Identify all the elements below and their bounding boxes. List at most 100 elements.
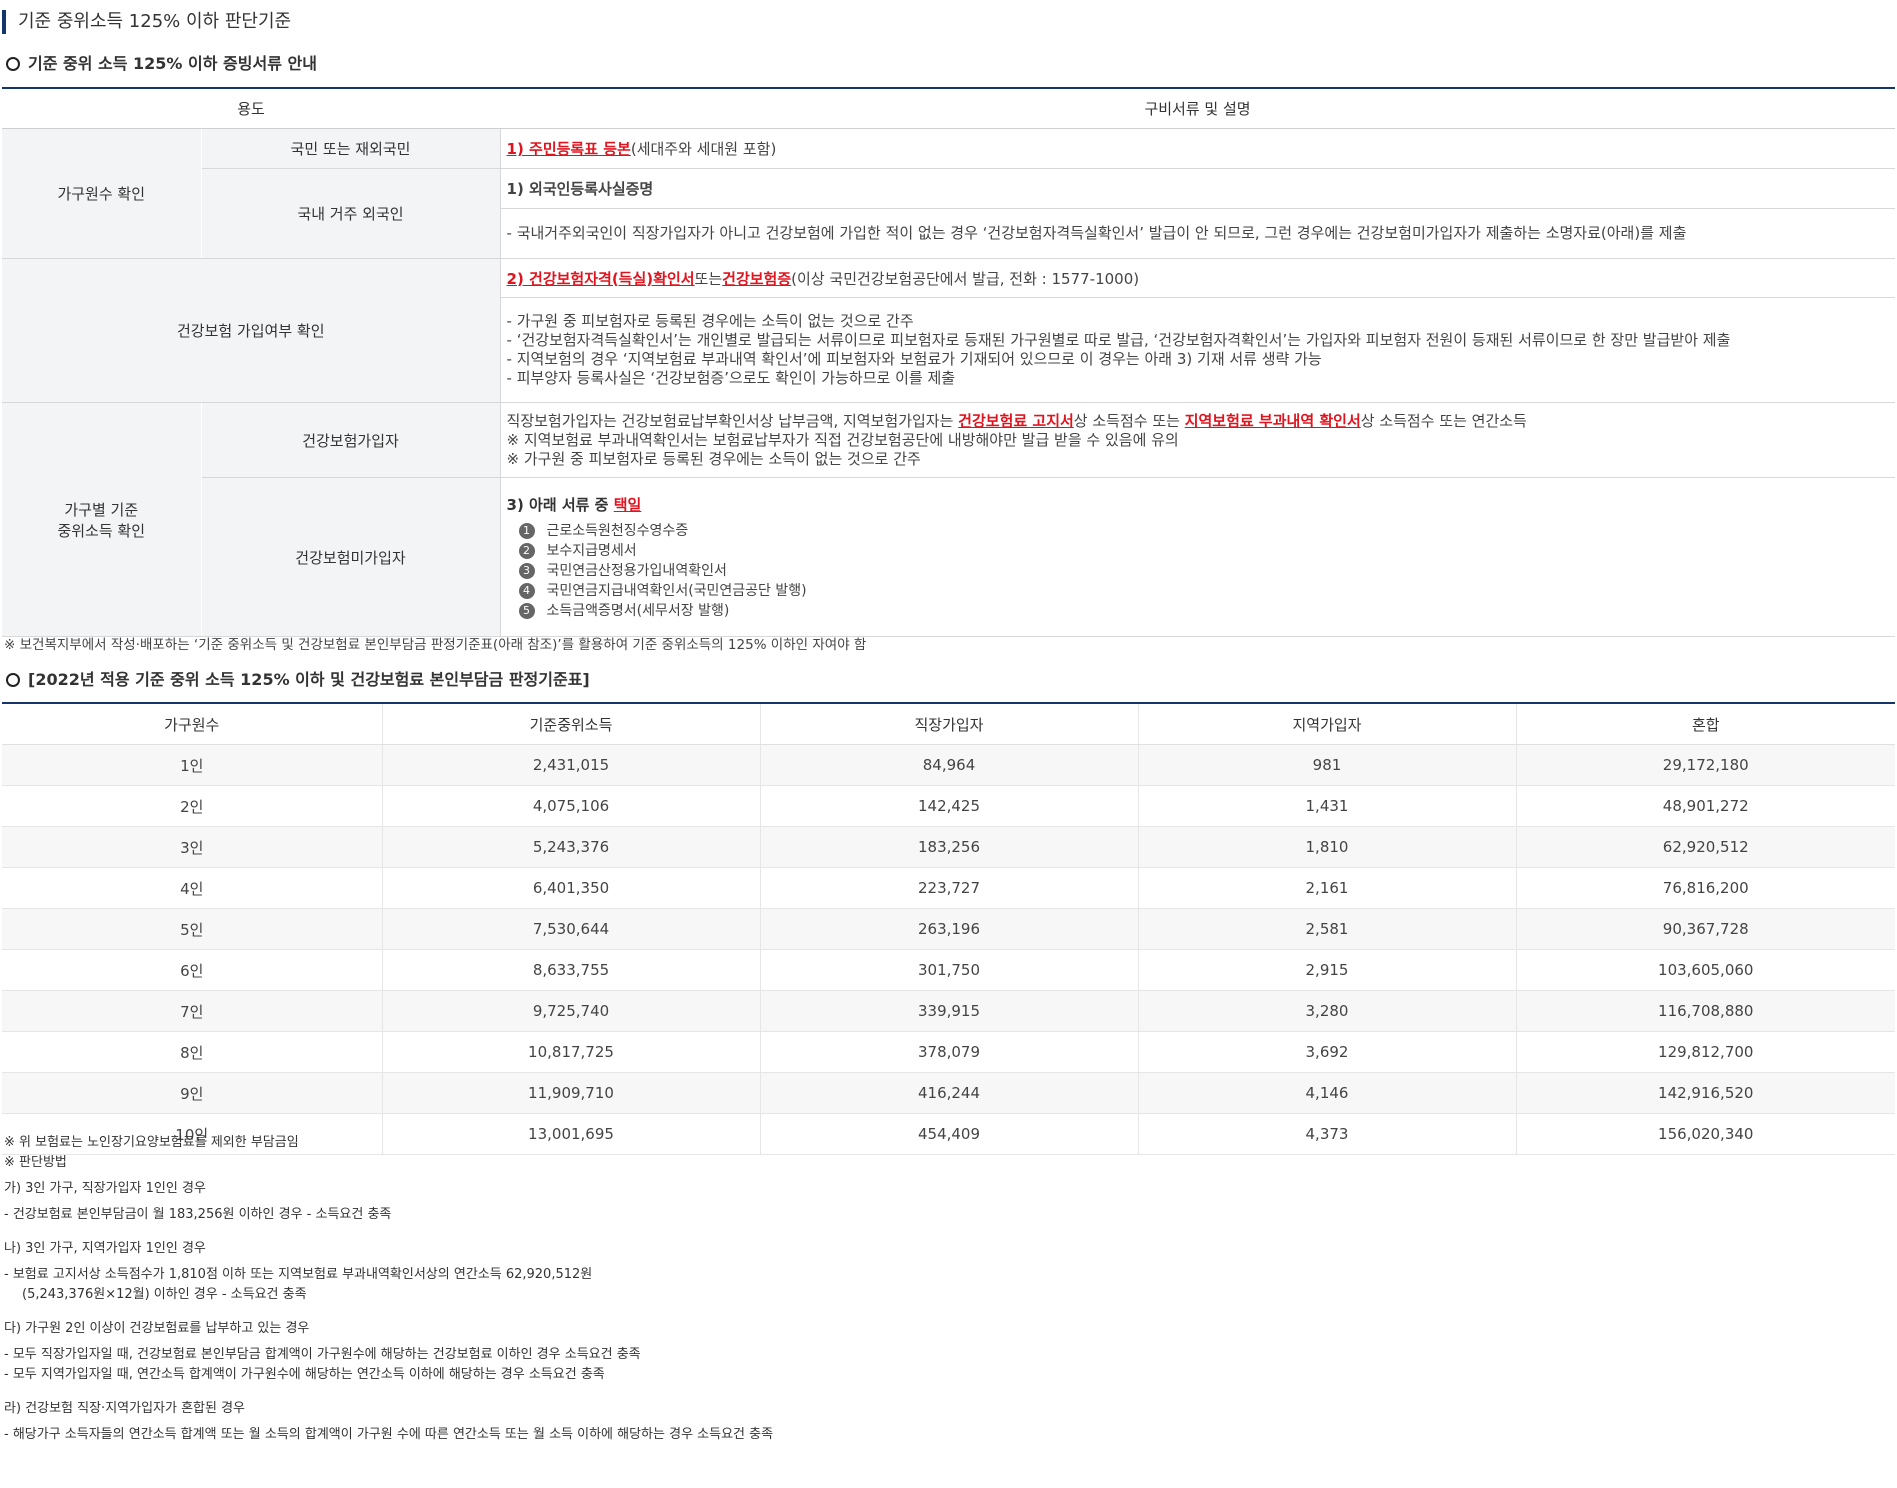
insurance-card-link[interactable]: 건강보험증 bbox=[722, 270, 791, 288]
table-row: 2인 4,075,106 142,425 1,431 48,901,272 bbox=[2, 785, 1895, 827]
regional-premium-cell: 2,581 bbox=[1137, 908, 1516, 950]
household-size-cell: 1인 bbox=[2, 744, 382, 786]
row-label-insured: 건강보험가입자 bbox=[201, 402, 501, 478]
mixed-income-cell: 29,172,180 bbox=[1515, 744, 1895, 786]
uninsured-doc-list: 1 근로소득원천징수영수증 2 보수지급명세서 3 국민연금산정용가입내역확인서 4국… bbox=[518, 521, 1896, 621]
mixed-income-cell: 62,920,512 bbox=[1515, 826, 1895, 868]
list-item: 4 국민연금지급내역확인서(국민연금공단 발행) bbox=[518, 581, 1896, 601]
section-title-text: 기준 중위 소득 125% 이하 증빙서류 안내 bbox=[28, 54, 317, 73]
case-c-line-1: - 모두 직장가입자일 때, 건강보험료 본인부담금 합계액이 가구원수에 해당… bbox=[4, 1347, 641, 1362]
case-b-line-1: - 보험료 고지서상 소득점수가 1,810점 이하 또는 지역보험료 부과내역… bbox=[4, 1267, 593, 1282]
row-desc-uninsured: 3) 아래 서류 중 택일 1 근로소득원천징수영수증 2 보수지급명세서 3 국민연… bbox=[499, 477, 1896, 637]
doc-row-insured: 가구별 기준 중위소득 확인 건강보험가입자 직장보험가입자는 건강보험료납부확… bbox=[2, 402, 1896, 637]
footnote-2: ※ 판단방법 bbox=[4, 1155, 67, 1170]
row-desc-citizen: 1) 주민등록표 등본(세대주와 세대원 포함) bbox=[499, 128, 1896, 169]
resident-register-note: (세대주와 세대원 포함) bbox=[630, 140, 777, 158]
mixed-income-cell: 156,020,340 bbox=[1515, 1113, 1895, 1155]
workplace-premium-cell: 301,750 bbox=[759, 949, 1138, 991]
household-size-cell: 6인 bbox=[2, 949, 382, 991]
regional-premium-cell: 3,692 bbox=[1137, 1031, 1516, 1073]
col-header-household: 가구원수 bbox=[2, 703, 382, 745]
table-row: 4인 6,401,350 223,727 2,161 76,816,200 bbox=[2, 867, 1895, 909]
household-size-cell: 9인 bbox=[2, 1072, 382, 1114]
document-table: 용도 구비서류 및 설명 가구원수 확인 국민 또는 재외국민 1) 주민등록표… bbox=[2, 87, 1896, 637]
footnote-1: ※ 위 보험료는 노인장기요양보험료를 제외한 부담금임 bbox=[4, 1135, 299, 1150]
insurance-note-2: - ‘건강보험자격득실확인서’는 개인별로 발급되는 서류이므로 피보험자로 등… bbox=[506, 331, 1731, 349]
row-label-citizen: 국민 또는 재외국민 bbox=[201, 128, 501, 169]
resident-register-link[interactable]: 1) 주민등록표 등본 bbox=[507, 140, 631, 158]
number-1-icon: 1 bbox=[518, 522, 535, 539]
doc-row-insurance-status: 건강보험 가입여부 확인 2) 건강보험자격(득실)확인서또는건강보험증(이상 … bbox=[2, 258, 1896, 403]
case-b-title: 나) 3인 가구, 지역가입자 1인인 경우 bbox=[4, 1241, 206, 1256]
regional-premium-statement-link[interactable]: 지역보험료 부과내역 확인서 bbox=[1185, 412, 1361, 430]
col-header-median: 기준중위소득 bbox=[381, 703, 760, 745]
insurance-note-1: - 가구원 중 피보험자로 등록된 경우에는 소득이 없는 것으로 간주 bbox=[506, 312, 914, 330]
page: 기준 중위소득 125% 이하 판단기준 기준 중위 소득 125% 이하 증빙… bbox=[0, 0, 1897, 1488]
col-header-regional: 지역가입자 bbox=[1137, 703, 1516, 745]
table-row: 9인 11,909,710 416,244 4,146 142,916,520 bbox=[2, 1072, 1895, 1114]
regional-premium-cell: 1,810 bbox=[1137, 826, 1516, 868]
table-row: 3인 5,243,376 183,256 1,810 62,920,512 bbox=[2, 826, 1895, 868]
row-label-foreigner: 국내 거주 외국인 bbox=[201, 168, 501, 259]
row-label-uninsured: 건강보험미가입자 bbox=[201, 477, 501, 637]
median-income-cell: 4,075,106 bbox=[381, 785, 760, 827]
section-title-income: [2022년 적용 기준 중위 소득 125% 이하 및 건강보험료 본인부담금… bbox=[4, 668, 590, 692]
section-title-documents: 기준 중위 소득 125% 이하 증빙서류 안내 bbox=[4, 52, 317, 76]
mixed-income-cell: 48,901,272 bbox=[1515, 785, 1895, 827]
group-label-line-1: 가구별 기준 bbox=[64, 500, 139, 519]
case-a-title: 가) 3인 가구, 직장가입자 1인인 경우 bbox=[4, 1181, 206, 1196]
table-row: 7인 9,725,740 339,915 3,280 116,708,880 bbox=[2, 990, 1895, 1032]
workplace-premium-cell: 378,079 bbox=[759, 1031, 1138, 1073]
doc-row-citizen: 가구원수 확인 국민 또는 재외국민 1) 주민등록표 등본(세대주와 세대원 … bbox=[2, 128, 1896, 259]
insurance-qualification-link[interactable]: 2) 건강보험자격(득실)확인서 bbox=[507, 270, 695, 288]
list-item: 5 소득금액증명서(세무서장 발행) bbox=[518, 601, 1896, 621]
or-text: 또는 bbox=[694, 269, 723, 288]
pick-one-text: 택일 bbox=[613, 495, 642, 514]
group-label-insurance-status: 건강보험 가입여부 확인 bbox=[2, 258, 501, 403]
list-item: 3 국민연금산정용가입내역확인서 bbox=[518, 561, 1896, 581]
doc-row-foreigner-title: 국내 거주 외국인 1) 외국인등록사실증명 bbox=[2, 168, 1896, 259]
list-item: 2 보수지급명세서 bbox=[518, 541, 1896, 561]
regional-premium-cell: 4,146 bbox=[1137, 1072, 1516, 1114]
mixed-income-cell: 116,708,880 bbox=[1515, 990, 1895, 1032]
case-b-line-2: (5,243,376원×12월) 이하인 경우 - 소득요건 충족 bbox=[22, 1287, 307, 1302]
doc-table-header: 용도 구비서류 및 설명 bbox=[2, 88, 1896, 129]
footnotes: ※ 위 보험료는 노인장기요양보험료를 제외한 부담금임 ※ 판단방법 가) 3… bbox=[4, 1133, 1204, 1445]
foreigner-doc-title: 1) 외국인등록사실증명 bbox=[499, 168, 1896, 209]
page-title: 기준 중위소득 125% 이하 판단기준 bbox=[2, 10, 291, 34]
household-size-cell: 8인 bbox=[2, 1031, 382, 1073]
household-size-cell: 4인 bbox=[2, 867, 382, 909]
workplace-premium-cell: 339,915 bbox=[759, 990, 1138, 1032]
insurance-notes: - 가구원 중 피보험자로 등록된 경우에는 소득이 없는 것으로 간주 - ‘… bbox=[499, 297, 1896, 403]
table-row: 1인 2,431,015 84,964 981 29,172,180 bbox=[2, 744, 1895, 786]
income-table-header: 가구원수 기준중위소득 직장가입자 지역가입자 혼합 bbox=[2, 703, 1895, 745]
col-header-use: 용도 bbox=[2, 88, 501, 129]
doc-row-uninsured: 건강보험미가입자 3) 아래 서류 중 택일 1 근로소득원천징수영수증 2 보수지… bbox=[2, 477, 1896, 637]
insured-line-1: 직장보험가입자는 건강보험료납부확인서상 납부금액, 지역보험가입자는 건강보험… bbox=[506, 411, 1527, 430]
circle-bullet-icon bbox=[6, 57, 20, 71]
income-table-body: 1인 2,431,015 84,964 981 29,172,180 2인 4,075,10… bbox=[2, 744, 1895, 1155]
group-label-median-income: 가구별 기준 중위소득 확인 bbox=[2, 402, 202, 637]
case-c-title: 다) 가구원 2인 이상이 건강보험료를 납부하고 있는 경우 bbox=[4, 1321, 310, 1336]
group-label-household-count: 가구원수 확인 bbox=[2, 128, 202, 259]
mixed-income-cell: 76,816,200 bbox=[1515, 867, 1895, 909]
regional-premium-cell: 2,915 bbox=[1137, 949, 1516, 991]
group-label-line-2: 중위소득 확인 bbox=[57, 521, 146, 540]
case-a-line-1: - 건강보험료 본인부담금이 월 183,256원 이하인 경우 - 소득요건 … bbox=[4, 1207, 392, 1222]
median-income-cell: 9,725,740 bbox=[381, 990, 760, 1032]
median-income-cell: 7,530,644 bbox=[381, 908, 760, 950]
premium-notice-link[interactable]: 건강보험료 고지서 bbox=[958, 412, 1074, 430]
household-size-cell: 2인 bbox=[2, 785, 382, 827]
uninsured-title: 3) 아래 서류 중 택일 bbox=[506, 495, 642, 514]
mixed-income-cell: 103,605,060 bbox=[1515, 949, 1895, 991]
workplace-premium-cell: 416,244 bbox=[759, 1072, 1138, 1114]
case-d-line-1: - 해당가구 소득자들의 연간소득 합계액 또는 월 소득의 합계액이 가구원 … bbox=[4, 1427, 774, 1442]
number-4-icon: 4 bbox=[518, 582, 535, 599]
list-item: 1 근로소득원천징수영수증 bbox=[518, 521, 1896, 541]
household-size-cell: 7인 bbox=[2, 990, 382, 1032]
col-header-workplace: 직장가입자 bbox=[759, 703, 1138, 745]
number-3-icon: 3 bbox=[518, 562, 535, 579]
mixed-income-cell: 90,367,728 bbox=[1515, 908, 1895, 950]
median-income-cell: 6,401,350 bbox=[381, 867, 760, 909]
household-size-cell: 5인 bbox=[2, 908, 382, 950]
